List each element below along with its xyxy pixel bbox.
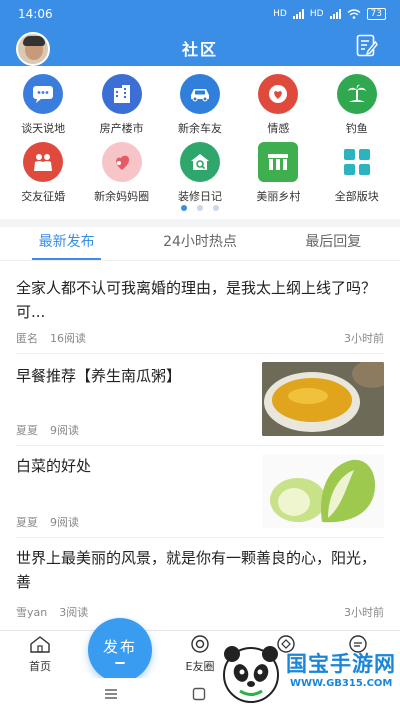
pager-dots [0, 205, 400, 211]
app-header: 社区 [0, 28, 400, 66]
grid-blocks-icon [337, 142, 377, 182]
category-car[interactable]: 新余车友 [162, 74, 238, 142]
post-meta: 匿名 16阅读 [16, 330, 86, 346]
home-square-icon[interactable] [192, 687, 206, 701]
signal-hd-label-2: HD [309, 9, 324, 19]
watermark-url: WWW.GB315.COM [290, 678, 393, 689]
signal-icon [292, 9, 304, 19]
watermark-text: 国宝手游网 [286, 652, 396, 676]
list-item[interactable]: 白菜的好处 夏夏 9阅读 [16, 452, 384, 538]
category-row-1: 谈天说地 房产楼市 新余车友 情感 钓鱼 [0, 74, 400, 142]
category-label: 装修日记 [177, 190, 222, 203]
post-reads: 3阅读 [59, 606, 89, 619]
signal-icon-2 [329, 9, 341, 19]
category-village[interactable]: 美丽乡村 [240, 142, 316, 210]
post-author: 雪yan [16, 606, 48, 619]
category-grid: 谈天说地 房产楼市 新余车友 情感 钓鱼 交友征婚 新余妈妈圈 装修日记 美丽乡… [0, 74, 400, 210]
category-dating[interactable]: 交友征婚 [5, 142, 81, 210]
couple-icon [23, 142, 64, 182]
category-label: 交友征婚 [21, 190, 66, 203]
category-label: 钓鱼 [345, 122, 368, 135]
category-label: 情感 [267, 122, 290, 135]
pager-dot[interactable] [213, 205, 219, 211]
post-reads: 16阅读 [50, 332, 86, 345]
feed-tabs: 最新发布 24小时热点 最后回复 [0, 228, 400, 260]
top-bar: 14:06 HD HD 73 社区 [0, 0, 400, 66]
panda-logo-icon [223, 646, 279, 703]
tab-last-reply[interactable]: 最后回复 [267, 228, 400, 260]
category-label: 房产楼市 [99, 122, 144, 135]
tabs-divider [0, 260, 400, 261]
list-item[interactable]: 早餐推荐【养生南瓜粥】 夏夏 9阅读 [16, 360, 384, 446]
status-bar: 14:06 HD HD 73 [18, 6, 386, 22]
publish-underline [115, 662, 125, 664]
e-circle-icon [191, 635, 209, 653]
post-reads: 9阅读 [50, 516, 79, 529]
category-label: 美丽乡村 [256, 190, 301, 203]
home-icon [30, 636, 50, 653]
status-time: 14:06 [18, 7, 53, 21]
car-icon [179, 74, 220, 114]
mother-heart-icon [101, 142, 142, 182]
page-title: 社区 [181, 40, 218, 59]
wifi-icon [347, 9, 360, 19]
palm-tree-icon [336, 74, 377, 114]
menu-icon[interactable] [104, 688, 118, 700]
list-item[interactable]: 世界上最美丽的风景，就是你有一颗善良的心，阳光，善 雪yan 3阅读 3小时前 [16, 546, 384, 630]
pumpkin-porridge-image[interactable] [262, 362, 384, 436]
signal-hd-label: HD [273, 9, 287, 19]
post-reads: 9阅读 [50, 424, 79, 437]
post-author: 匿名 [16, 332, 38, 345]
category-all[interactable]: 全部版块 [319, 142, 395, 210]
post-time: 3小时前 [344, 606, 384, 619]
chat-bubble-icon [23, 74, 64, 114]
section-divider [0, 219, 400, 227]
category-real-estate[interactable]: 房产楼市 [84, 74, 160, 142]
post-time: 3小时前 [344, 332, 384, 345]
category-mothers[interactable]: 新余妈妈圈 [84, 142, 160, 210]
tab-24h-hot[interactable]: 24小时热点 [133, 228, 266, 260]
category-emotion[interactable]: 情感 [240, 74, 316, 142]
tab-latest[interactable]: 最新发布 [0, 228, 133, 260]
status-icons: HD HD 73 [273, 8, 386, 20]
category-row-2: 交友征婚 新余妈妈圈 装修日记 美丽乡村 全部版块 [0, 142, 400, 210]
village-icon [258, 142, 299, 182]
category-label: 新余车友 [177, 122, 222, 135]
post-title: 全家人都不认可我离婚的理由，是我太上纲上线了吗？可... [16, 279, 377, 321]
watermark: 国宝手游网 WWW.GB315.COM [220, 640, 395, 706]
nav-home-label: 首页 [29, 660, 51, 673]
post-meta: 夏夏 9阅读 [16, 514, 79, 530]
post-author: 夏夏 [16, 424, 38, 437]
category-chat[interactable]: 谈天说地 [5, 74, 81, 142]
building-icon [101, 74, 142, 114]
post-meta: 雪yan 3阅读 [16, 604, 88, 620]
category-label: 新余妈妈圈 [94, 190, 150, 203]
house-search-icon [179, 142, 220, 182]
pager-dot[interactable] [197, 205, 203, 211]
list-item[interactable]: 全家人都不认可我离婚的理由，是我太上纲上线了吗？可... 匿名 16阅读 3小时… [16, 276, 384, 354]
category-label: 全部版块 [334, 190, 379, 203]
publish-button[interactable]: 发布 [88, 618, 152, 682]
category-renovation[interactable]: 装修日记 [162, 142, 238, 210]
post-author: 夏夏 [16, 516, 38, 529]
category-fishing[interactable]: 钓鱼 [319, 74, 395, 142]
nav-home[interactable]: 首页 [10, 631, 70, 674]
heart-face-icon [258, 74, 299, 114]
pager-dot[interactable] [181, 205, 187, 211]
cabbage-image[interactable] [262, 454, 384, 528]
compose-icon[interactable] [356, 34, 378, 58]
post-meta: 夏夏 9阅读 [16, 422, 79, 438]
post-title: 世界上最美丽的风景，就是你有一颗善良的心，阳光，善 [16, 549, 377, 591]
category-label: 谈天说地 [21, 122, 66, 135]
publish-label: 发布 [102, 638, 137, 656]
battery-icon: 73 [366, 8, 386, 20]
